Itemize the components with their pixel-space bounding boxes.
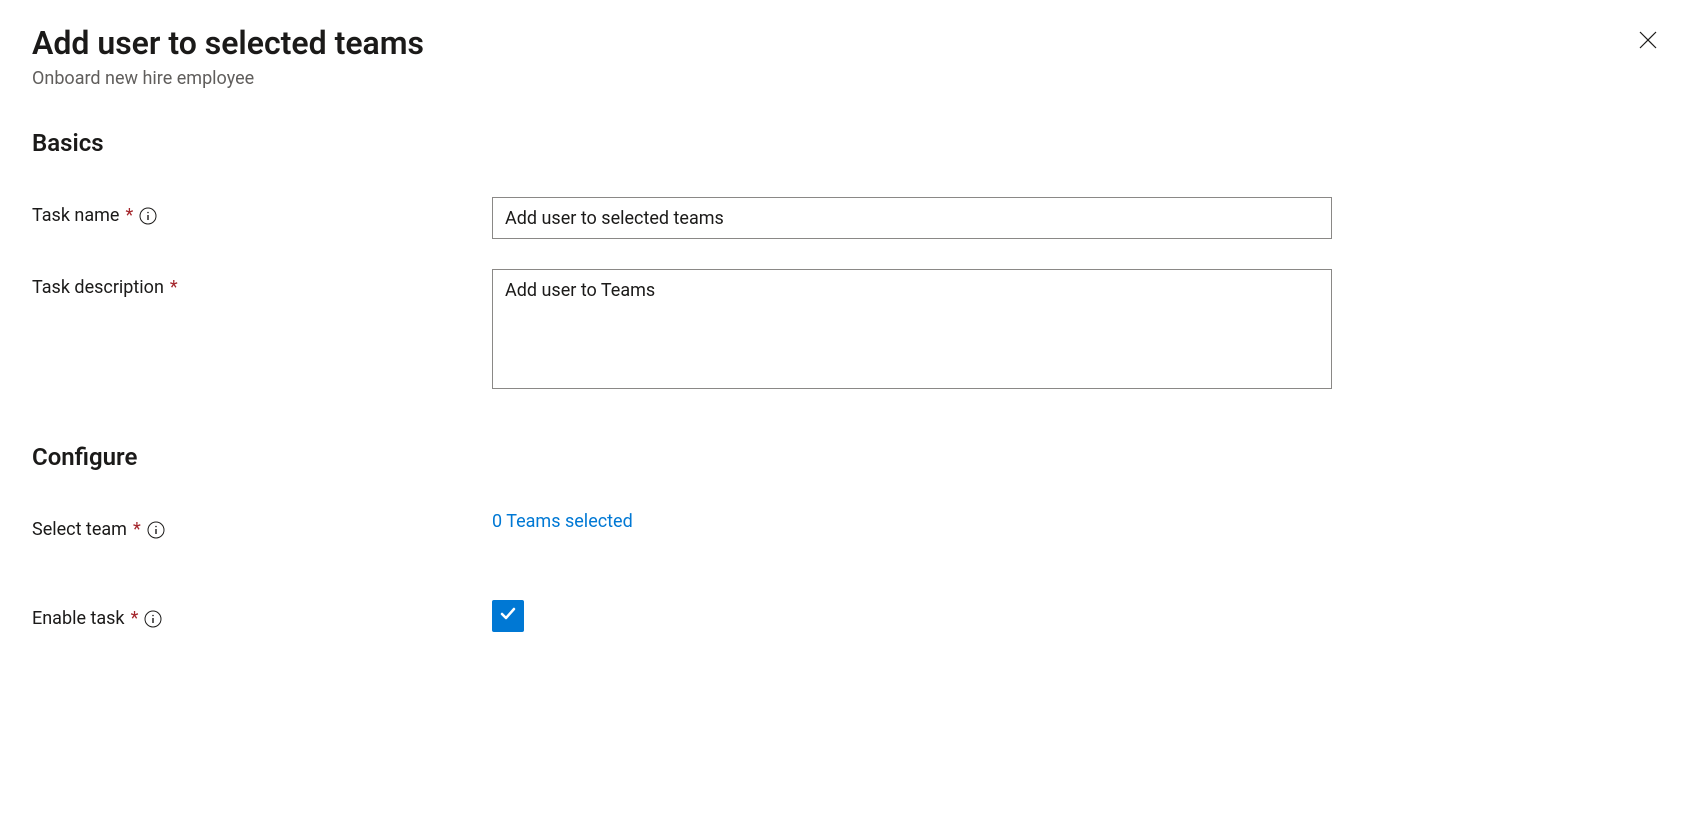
info-icon[interactable] bbox=[144, 610, 162, 628]
configure-heading: Configure bbox=[32, 443, 1664, 471]
enable-task-label: Enable task bbox=[32, 608, 125, 629]
close-icon bbox=[1636, 28, 1660, 55]
select-team-label: Select team bbox=[32, 519, 127, 540]
info-icon[interactable] bbox=[147, 521, 165, 539]
task-description-label: Task description bbox=[32, 277, 164, 298]
task-name-label: Task name bbox=[32, 205, 119, 226]
required-indicator: * bbox=[131, 608, 139, 629]
required-indicator: * bbox=[170, 277, 178, 298]
required-indicator: * bbox=[125, 205, 133, 226]
task-name-input[interactable] bbox=[492, 197, 1332, 239]
panel-title: Add user to selected teams bbox=[32, 24, 424, 62]
basics-heading: Basics bbox=[32, 129, 1664, 157]
info-icon[interactable] bbox=[139, 207, 157, 225]
required-indicator: * bbox=[133, 519, 141, 540]
checkmark-icon bbox=[498, 604, 518, 628]
task-description-input[interactable] bbox=[492, 269, 1332, 389]
panel-subtitle: Onboard new hire employee bbox=[32, 68, 424, 89]
close-button[interactable] bbox=[1632, 24, 1664, 59]
teams-selected-link[interactable]: 0 Teams selected bbox=[492, 511, 633, 532]
enable-task-checkbox[interactable] bbox=[492, 600, 524, 632]
